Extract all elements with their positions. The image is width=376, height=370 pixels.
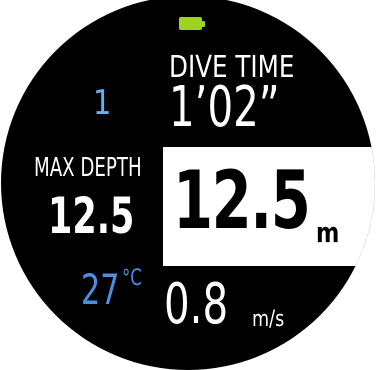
current-depth-panel: 12.5 m [163, 147, 375, 266]
battery-icon [179, 17, 202, 30]
current-depth-value: 12.5 [173, 154, 311, 247]
dive-computer-display: DIVE TIME 1 1’02” MAX DEPTH 12.5 12.5 m … [1, 0, 375, 370]
water-temperature-value: 27 [81, 265, 120, 314]
dive-number: 1 [93, 83, 112, 123]
ascent-rate-unit: m/s [252, 307, 285, 332]
battery-terminal [202, 21, 205, 27]
dive-time-value: 1’02” [169, 75, 280, 140]
ascent-rate-value: 0.8 [164, 272, 229, 337]
water-temperature-unit: °C [122, 266, 142, 291]
current-depth-unit: m [316, 216, 340, 249]
max-depth-value: 12.5 [48, 187, 135, 245]
max-depth-label: MAX DEPTH [34, 153, 142, 183]
